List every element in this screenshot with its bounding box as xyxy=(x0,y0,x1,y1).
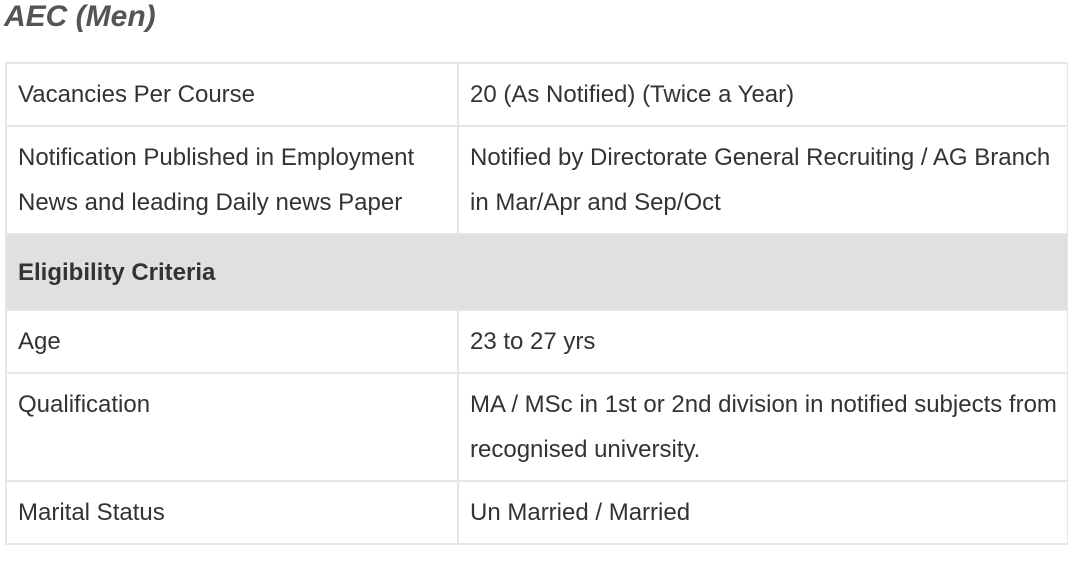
row-label: Vacancies Per Course xyxy=(5,62,459,127)
table-row: Marital Status Un Married / Married xyxy=(5,480,1068,545)
row-value: Un Married / Married xyxy=(457,480,1068,545)
row-label: Age xyxy=(5,309,459,374)
row-label: Notification Published in Employment New… xyxy=(5,125,459,235)
section-header-row: Eligibility Criteria xyxy=(5,233,1068,311)
row-label: Qualification xyxy=(5,372,459,482)
info-table: Vacancies Per Course 20 (As Notified) (T… xyxy=(5,62,1068,545)
row-value: 23 to 27 yrs xyxy=(457,309,1068,374)
row-label: Marital Status xyxy=(5,480,459,545)
page-heading: AEC (Men) xyxy=(4,0,156,33)
row-value: Notified by Directorate General Recruiti… xyxy=(457,125,1068,235)
table-row: Qualification MA / MSc in 1st or 2nd div… xyxy=(5,372,1068,482)
section-title: Eligibility Criteria xyxy=(5,233,1068,311)
row-value: MA / MSc in 1st or 2nd division in notif… xyxy=(457,372,1068,482)
table-row: Age 23 to 27 yrs xyxy=(5,309,1068,374)
row-value: 20 (As Notified) (Twice a Year) xyxy=(457,62,1068,127)
table-row: Notification Published in Employment New… xyxy=(5,125,1068,235)
table-row: Vacancies Per Course 20 (As Notified) (T… xyxy=(5,62,1068,127)
